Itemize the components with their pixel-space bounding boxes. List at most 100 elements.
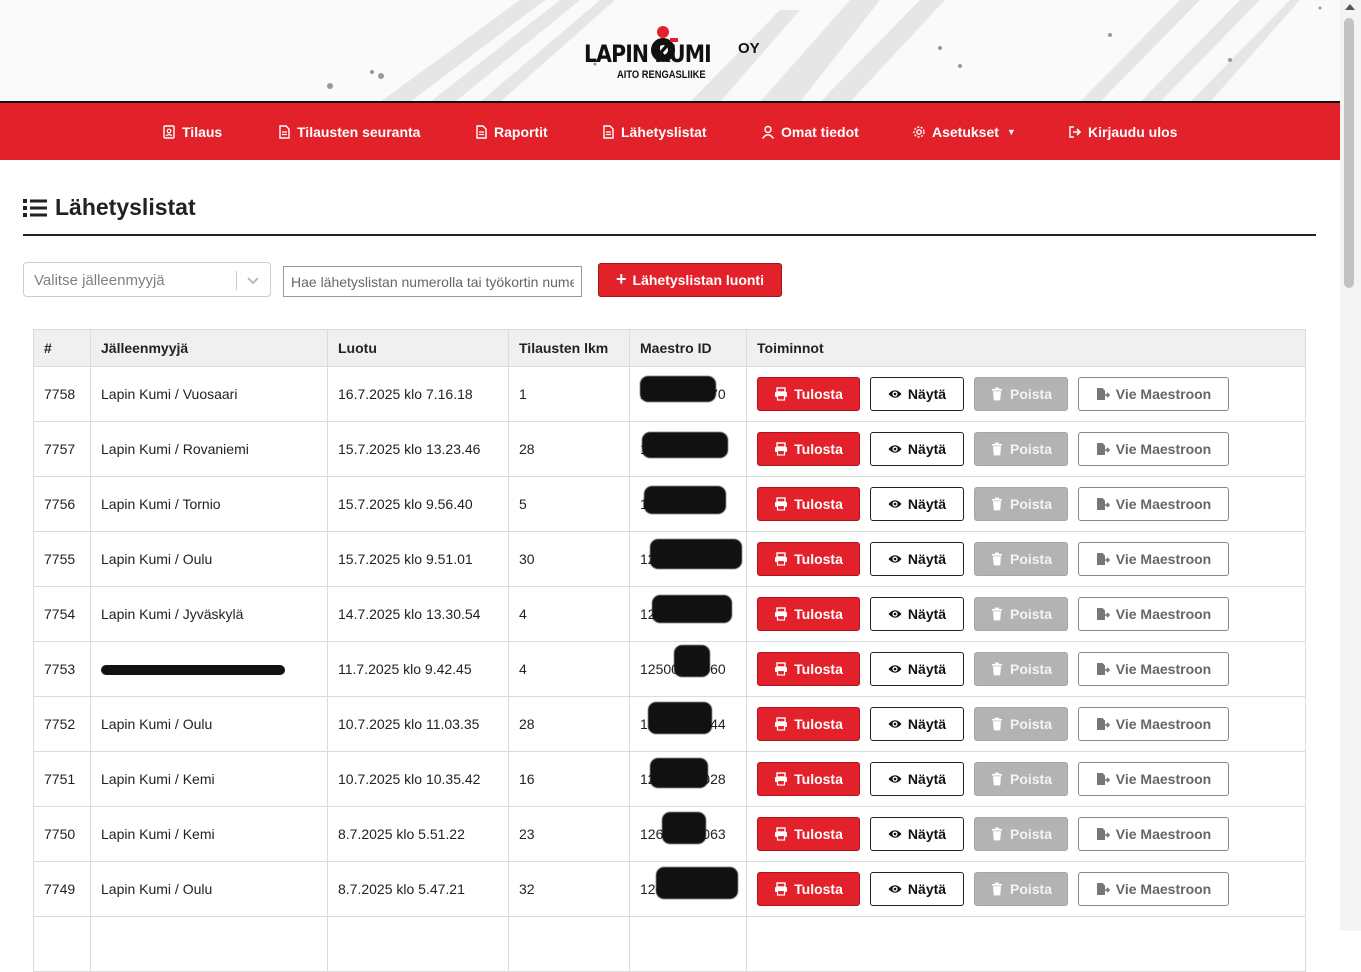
print-button[interactable]: Tulosta: [757, 377, 860, 411]
nav-item-raportit[interactable]: Raportit: [474, 103, 548, 160]
header-created[interactable]: Luotu: [327, 329, 509, 367]
cell-actions: Tulosta Näytä Poista Vie Maestroon: [746, 641, 1306, 697]
print-button[interactable]: Tulosta: [757, 487, 860, 521]
show-button[interactable]: Näytä: [870, 542, 964, 576]
header-dealer[interactable]: Jälleenmyyjä: [90, 329, 328, 367]
delete-button[interactable]: Poista: [974, 817, 1068, 851]
cell-number: 7756: [33, 476, 91, 532]
show-button[interactable]: Näytä: [870, 487, 964, 521]
cell-dealer: Lapin Kumi / Oulu: [90, 531, 328, 587]
file-export-icon: [1096, 443, 1110, 455]
cell-dealer: [90, 916, 328, 972]
delete-label: Poista: [1009, 551, 1052, 567]
show-button[interactable]: Näytä: [870, 597, 964, 631]
print-button[interactable]: Tulosta: [757, 542, 860, 576]
show-button[interactable]: Näytä: [870, 817, 964, 851]
header-order-count[interactable]: Tilausten lkm: [508, 329, 630, 367]
cell-maestro-id: 12600000009: [629, 531, 747, 587]
search-input[interactable]: [283, 266, 582, 297]
print-label: Tulosta: [794, 716, 843, 732]
print-button[interactable]: Tulosta: [757, 707, 860, 741]
delete-button[interactable]: Poista: [974, 487, 1068, 521]
export-to-maestro-button[interactable]: Vie Maestroon: [1078, 597, 1229, 631]
cell-dealer: Lapin Kumi / Kemi: [90, 751, 328, 807]
nav-item-tilausten-seuranta[interactable]: Tilausten seuranta: [277, 103, 420, 160]
nav-item-asetukset[interactable]: Asetukset ▼: [912, 103, 1016, 160]
header-number[interactable]: #: [33, 329, 91, 367]
export-to-maestro-button[interactable]: Vie Maestroon: [1078, 487, 1229, 521]
print-label: Tulosta: [794, 771, 843, 787]
print-button[interactable]: Tulosta: [757, 597, 860, 631]
print-button[interactable]: Tulosta: [757, 872, 860, 906]
cell-created: 16.7.2025 klo 7.16.18: [327, 366, 509, 422]
trash-icon: [991, 607, 1002, 621]
redaction-mark: [656, 867, 738, 899]
print-button[interactable]: Tulosta: [757, 432, 860, 466]
show-button[interactable]: Näytä: [870, 652, 964, 686]
export-to-maestro-button[interactable]: Vie Maestroon: [1078, 872, 1229, 906]
gear-icon: [913, 125, 925, 138]
print-button[interactable]: Tulosta: [757, 652, 860, 686]
print-button[interactable]: Tulosta: [757, 762, 860, 796]
delete-button[interactable]: Poista: [974, 432, 1068, 466]
file-export-icon: [1096, 388, 1110, 400]
page-title-text: Lähetyslistat: [55, 194, 196, 220]
nav-label: Asetukset: [932, 123, 999, 140]
header-maestro-id[interactable]: Maestro ID: [629, 329, 747, 367]
dealer-select[interactable]: Valitse jälleenmyyjä: [23, 262, 271, 297]
delete-button[interactable]: Poista: [974, 652, 1068, 686]
cell-created: 15.7.2025 klo 9.56.40: [327, 476, 509, 532]
export-to-maestro-button[interactable]: Vie Maestroon: [1078, 652, 1229, 686]
nav-label: Lähetyslistat: [621, 123, 707, 140]
table-row: 7755 Lapin Kumi / Oulu 15.7.2025 klo 9.51.…: [33, 531, 1306, 587]
export-to-maestro-button[interactable]: Vie Maestroon: [1078, 377, 1229, 411]
export-to-maestro-button[interactable]: Vie Maestroon: [1078, 762, 1229, 796]
delete-button[interactable]: Poista: [974, 377, 1068, 411]
dealer-name: Lapin Kumi / Oulu: [101, 551, 213, 567]
cell-actions: Tulosta Näytä Poista Vie Maestroon: [746, 861, 1306, 917]
nav-item-omat-tiedot[interactable]: Omat tiedot: [761, 103, 859, 160]
print-label: Tulosta: [794, 496, 843, 512]
print-label: Tulosta: [794, 386, 843, 402]
chevron-down-icon[interactable]: [246, 273, 260, 287]
export-to-maestro-button[interactable]: Vie Maestroon: [1078, 817, 1229, 851]
nav-item-tilaus[interactable]: Tilaus: [162, 103, 222, 160]
cell-dealer: Lapin Kumi / Kemi: [90, 806, 328, 862]
trash-icon: [991, 387, 1002, 401]
file-export-icon: [1096, 663, 1110, 675]
cell-order-count: 32: [508, 861, 630, 917]
trash-icon: [991, 772, 1002, 786]
scroll-up-arrow-icon[interactable]: [1345, 4, 1355, 10]
export-to-maestro-button[interactable]: Vie Maestroon: [1078, 542, 1229, 576]
export-to-maestro-button[interactable]: Vie Maestroon: [1078, 707, 1229, 741]
create-shipping-list-button[interactable]: + Lähetyslistan luonti: [598, 263, 782, 297]
maestro-id-value: 12000000044: [640, 702, 726, 734]
logout-icon: [1069, 125, 1082, 138]
cell-order-count: 4: [508, 641, 630, 697]
brand-logo[interactable]: LAPIN KUMI OY AITO RENGASLIIKE: [584, 24, 764, 84]
title-divider: [23, 234, 1316, 236]
export-to-maestro-button[interactable]: Vie Maestroon: [1078, 432, 1229, 466]
show-button[interactable]: Näytä: [870, 762, 964, 796]
print-button[interactable]: Tulosta: [757, 817, 860, 851]
show-button[interactable]: Näytä: [870, 872, 964, 906]
delete-button[interactable]: Poista: [974, 762, 1068, 796]
nav-item-kirjaudu-ulos[interactable]: Kirjaudu ulos: [1068, 103, 1177, 160]
show-button[interactable]: Näytä: [870, 707, 964, 741]
delete-label: Poista: [1009, 716, 1052, 732]
file-export-icon: [1096, 608, 1110, 620]
nav-item-lahetyslistat[interactable]: Lähetyslistat: [601, 103, 707, 160]
delete-label: Poista: [1009, 661, 1052, 677]
delete-button[interactable]: Poista: [974, 707, 1068, 741]
delete-button[interactable]: Poista: [974, 542, 1068, 576]
show-label: Näytä: [907, 881, 947, 897]
show-button[interactable]: Näytä: [870, 432, 964, 466]
show-button[interactable]: Näytä: [870, 377, 964, 411]
cell-order-count: 4: [508, 586, 630, 642]
scrollbar-thumb[interactable]: [1344, 18, 1354, 288]
redaction-mark: [640, 376, 716, 402]
shipping-list-table: # Jälleenmyyjä Luotu Tilausten lkm Maest…: [33, 329, 1306, 972]
delete-button[interactable]: Poista: [974, 872, 1068, 906]
delete-button[interactable]: Poista: [974, 597, 1068, 631]
trash-icon: [991, 497, 1002, 511]
